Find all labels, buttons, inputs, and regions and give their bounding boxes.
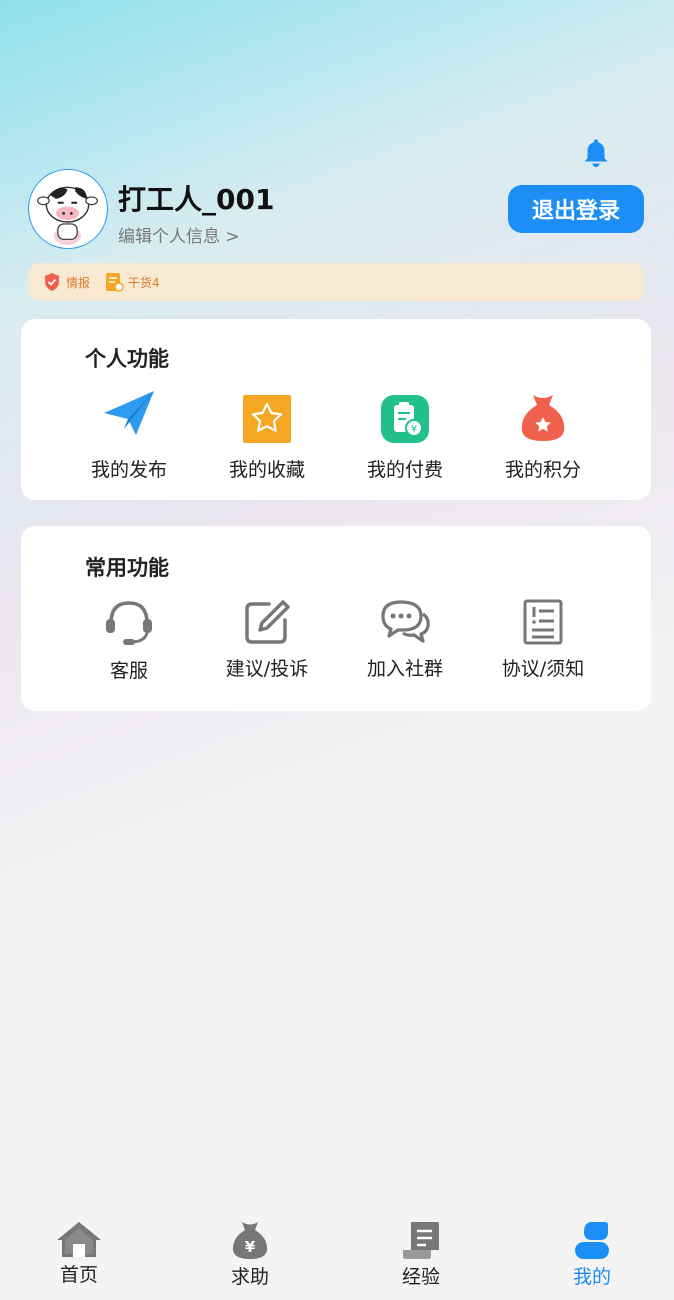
tab-label: 经验 [401,1266,440,1288]
bottom-tab-bar: 首页 ¥ 求助 经验 我的 [0,1212,674,1300]
payment-doc-icon: ¥ [381,395,429,443]
badge-label: 干货4 [128,275,160,290]
common-functions-card: 常用功能 客服 建议/投诉 加入社群 协议/须知 [21,526,651,711]
my-posts-item[interactable]: 我的发布 [60,387,198,482]
svg-text:¥: ¥ [245,1238,256,1256]
item-label: 客服 [109,660,148,682]
section-title: 个人功能 [85,347,169,371]
logout-button[interactable]: 退出登录 [508,185,644,233]
notice-doc-icon [523,599,563,645]
tab-label: 求助 [230,1266,269,1288]
section-title: 常用功能 [85,556,169,580]
svg-text:¥: ¥ [411,424,417,435]
suggestion-complaint-item[interactable]: 建议/投诉 [198,594,336,681]
tab-label: 首页 [59,1264,98,1286]
avatar[interactable] [28,169,108,249]
personal-functions-card: 个人功能 我的发布 我的收藏 ¥ 我的付费 我的积分 [21,319,651,500]
user-icon [575,1222,609,1259]
star-icon [243,395,291,443]
paper-plane-icon [104,391,154,435]
headset-icon [106,601,152,645]
my-favorites-item[interactable]: 我的收藏 [198,391,336,482]
tab-experience[interactable]: 经验 [361,1220,481,1289]
item-label: 我的付费 [366,459,443,481]
money-bag-icon: ¥ [232,1222,268,1259]
item-label: 协议/须知 [501,658,585,680]
scroll-icon [403,1222,439,1259]
item-label: 我的积分 [504,459,581,481]
item-label: 加入社群 [366,658,443,680]
item-label: 建议/投诉 [225,658,309,680]
badge-label: 情报 [66,275,91,290]
my-points-item[interactable]: 我的积分 [474,389,612,482]
item-label: 我的发布 [90,459,167,481]
home-icon [57,1222,101,1257]
badge-intel[interactable]: 情报 [42,272,90,292]
badge-bar: 情报 干货4 [28,263,644,301]
chat-icon [381,600,430,643]
money-bag-icon [521,395,565,441]
edit-profile-link[interactable]: 编辑个人信息 > [118,222,240,247]
item-label: 我的收藏 [228,459,305,481]
cow-mascot-icon [37,186,98,246]
tab-mine[interactable]: 我的 [532,1220,652,1289]
join-community-item[interactable]: 加入社群 [336,594,474,681]
my-payments-item[interactable]: ¥ 我的付费 [336,391,474,482]
tab-home[interactable]: 首页 [19,1220,139,1287]
agreement-notice-item[interactable]: 协议/须知 [474,594,612,681]
tab-label: 我的 [572,1266,611,1288]
shield-check-icon [45,273,59,291]
customer-service-item[interactable]: 客服 [60,594,198,683]
edit-icon [245,600,290,644]
tab-help[interactable]: ¥ 求助 [190,1220,310,1289]
badge-dry-goods[interactable]: 干货4 [104,272,160,292]
bell-icon[interactable] [580,138,612,170]
document-icon [106,273,124,292]
username: 打工人_001 [118,183,275,216]
